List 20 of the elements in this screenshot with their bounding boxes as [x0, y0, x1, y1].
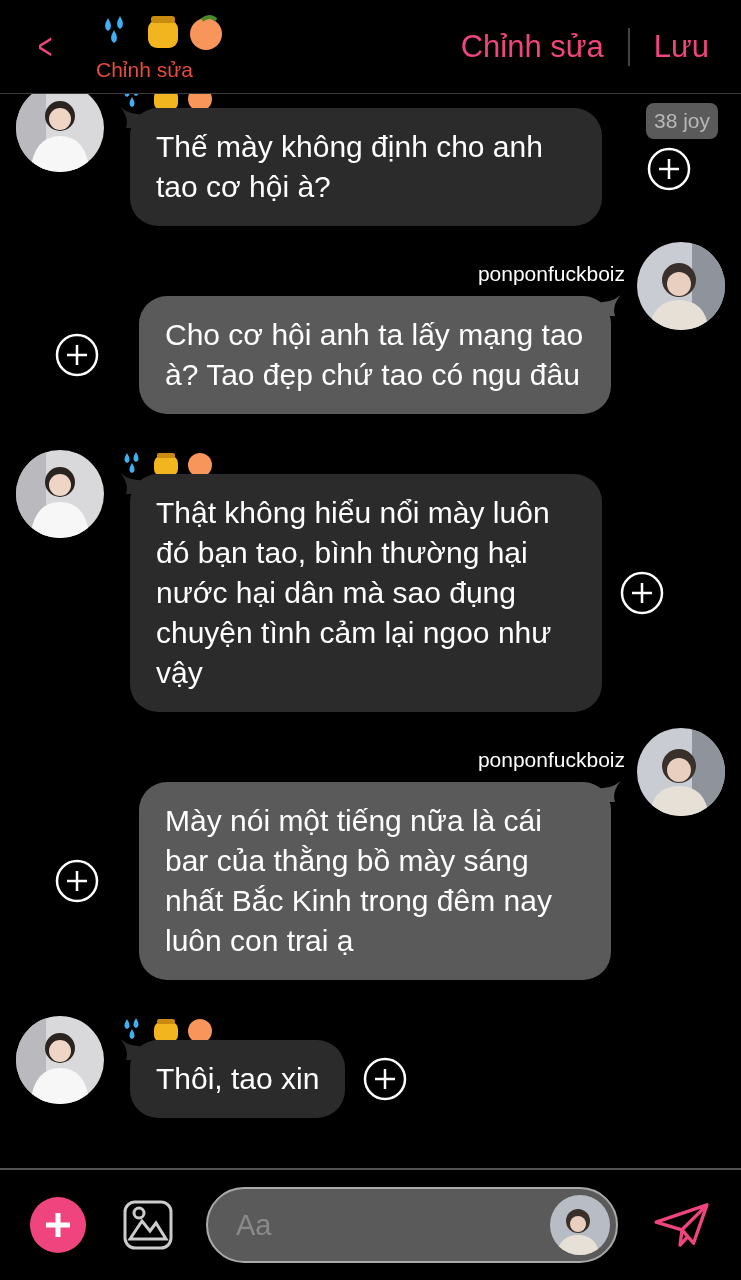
sender-name: ponponfuckboiz	[477, 262, 625, 286]
image-icon[interactable]	[122, 1199, 174, 1251]
message-bubble: Mày nói một tiếng nữa là cái bar của thằng bồ mày sáng nhất Bắc Kinh trong đêm nay luôn con trai ạ	[139, 782, 611, 980]
add-reaction-icon[interactable]	[647, 147, 691, 191]
header-action-button[interactable]: Lưu	[647, 28, 715, 65]
message-bubble: Cho cơ hội anh ta lấy mạng tao à? Tao đẹp chứ tao có ngu đâu	[139, 296, 611, 414]
message-bubble: Thôi, tao xin	[130, 1040, 346, 1118]
sender-name: ponponfuckboiz	[477, 748, 625, 772]
reaction-count-badge: 38 joy	[646, 103, 719, 139]
add-reaction-icon[interactable]	[620, 571, 664, 615]
message-bubble: Thế mày không định cho anh tao cơ hội à?	[130, 108, 602, 226]
message-bubble: Thật không hiểu nổi mày luôn đó bạn tao, bình thường hại nước hại dân mà sao đụng chuyện tình cảm lại ngoo như vậy	[130, 474, 602, 712]
send-icon[interactable]	[653, 1201, 711, 1249]
add-reaction-icon[interactable]	[55, 333, 99, 377]
add-reaction-icon[interactable]	[55, 859, 99, 903]
header-action-button[interactable]: Chỉnh sửa	[454, 28, 610, 65]
add-reaction-icon[interactable]	[363, 1057, 408, 1101]
contact-name-subtitle: Chỉnh sửa	[96, 57, 193, 82]
back-button[interactable]: <	[34, 25, 56, 68]
add-button[interactable]	[30, 1197, 86, 1253]
